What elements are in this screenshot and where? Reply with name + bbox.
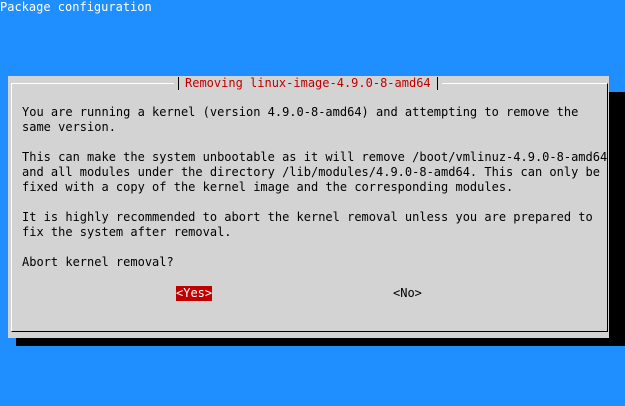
message-line: It is highly recommended to abort the ke… (22, 210, 593, 224)
dialog-title-bar: Removing linux-image-4.9.0-8-amd64 (174, 76, 442, 91)
window-title: Package configuration (0, 0, 152, 14)
message-line: same version. (22, 120, 116, 134)
dialog-message: You are running a kernel (version 4.9.0-… (22, 105, 608, 270)
message-line: This can make the system unbootable as i… (22, 150, 608, 164)
message-line: and all modules under the directory /lib… (22, 165, 600, 179)
dialog-title: Removing linux-image-4.9.0-8-amd64 (185, 76, 431, 90)
message-line (22, 135, 602, 150)
confirmation-dialog: Removing linux-image-4.9.0-8-amd64 You a… (8, 76, 609, 338)
message-line: fixed with a copy of the kernel image an… (22, 180, 514, 194)
message-line (22, 195, 602, 210)
no-button[interactable]: <No> (393, 286, 422, 301)
message-line: Abort kernel removal? (22, 255, 174, 269)
title-left-rule (178, 77, 179, 90)
message-line: fix the system after removal. (22, 225, 232, 239)
yes-button[interactable]: <Yes> (176, 286, 213, 301)
title-right-rule (436, 77, 438, 90)
message-line (22, 240, 602, 255)
message-line: You are running a kernel (version 4.9.0-… (22, 105, 579, 119)
